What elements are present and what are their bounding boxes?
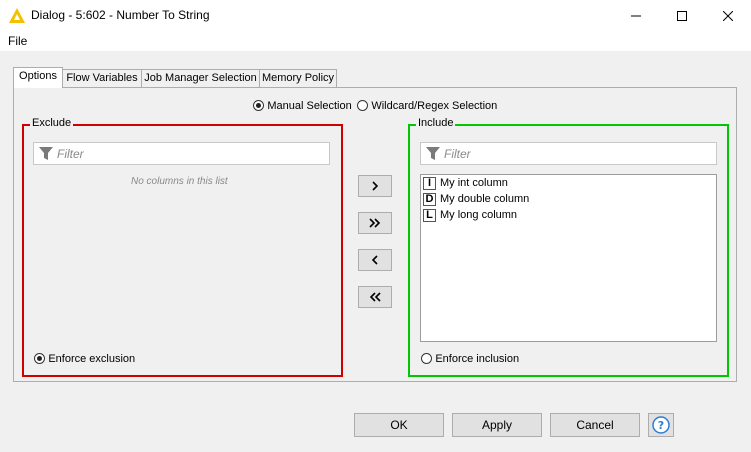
double-chevron-right-icon — [369, 218, 381, 228]
minimize-icon — [631, 15, 641, 16]
maximize-icon — [677, 10, 687, 21]
move-all-left-button[interactable] — [358, 286, 392, 308]
exclude-filter-input[interactable]: Filter — [33, 142, 330, 165]
maximize-button[interactable] — [659, 0, 705, 31]
knime-logo-icon — [9, 8, 25, 23]
column-name: My int column — [440, 177, 508, 189]
title-bar: Dialog - 5:602 - Number To String — [0, 0, 751, 31]
enforce-inclusion-option[interactable]: Enforce inclusion — [421, 351, 519, 365]
include-title: Include — [416, 117, 456, 129]
enforce-exclusion-radio[interactable] — [34, 353, 45, 365]
move-left-button[interactable] — [358, 249, 392, 271]
enforce-inclusion-radio[interactable] — [421, 353, 432, 365]
ok-button[interactable]: OK — [354, 413, 444, 437]
wildcard-selection-option[interactable]: Wildcard/Regex Selection — [357, 98, 497, 112]
move-all-right-button[interactable] — [358, 212, 392, 234]
exclude-group: Exclude Filter No columns in this list E… — [22, 117, 343, 377]
list-item[interactable]: D My double column — [423, 192, 529, 207]
tab-options[interactable]: Options — [13, 67, 63, 88]
filter-icon — [39, 147, 53, 160]
enforce-exclusion-label: Enforce exclusion — [48, 352, 136, 365]
include-filter-input[interactable]: Filter — [420, 142, 717, 165]
close-icon — [723, 10, 733, 21]
menu-file[interactable]: File — [8, 34, 27, 48]
long-type-icon: L — [423, 209, 436, 222]
wildcard-selection-radio[interactable] — [357, 100, 368, 112]
tab-memory-policy[interactable]: Memory Policy — [259, 69, 337, 87]
filter-icon — [426, 147, 440, 160]
apply-button[interactable]: Apply — [452, 413, 542, 437]
move-right-button[interactable] — [358, 175, 392, 197]
help-icon: ? — [652, 416, 670, 434]
chevron-right-icon — [372, 181, 379, 191]
include-filter-placeholder: Filter — [444, 147, 471, 161]
manual-selection-option[interactable]: Manual Selection — [253, 98, 352, 112]
list-item[interactable]: L My long column — [423, 208, 517, 223]
exclude-filter-placeholder: Filter — [57, 147, 84, 161]
double-type-icon: D — [423, 193, 436, 206]
include-group: Include Filter I My int column D My double… — [408, 117, 729, 377]
exclude-empty-message: No columns in this list — [131, 176, 228, 187]
options-panel: Manual Selection Wildcard/Regex Selectio… — [13, 87, 737, 382]
close-button[interactable] — [705, 0, 751, 31]
window-title: Dialog - 5:602 - Number To String — [31, 8, 210, 22]
column-name: My long column — [440, 209, 518, 221]
exclude-title: Exclude — [30, 117, 74, 129]
enforce-inclusion-label: Enforce inclusion — [435, 352, 520, 365]
wildcard-selection-label: Wildcard/Regex Selection — [371, 99, 498, 112]
column-name: My double column — [440, 193, 530, 205]
tab-job-manager-selection[interactable]: Job Manager Selection — [141, 69, 260, 87]
help-label: ? — [658, 419, 664, 432]
menu-bar: File — [0, 31, 751, 51]
double-chevron-left-icon — [369, 292, 381, 302]
list-item[interactable]: I My int column — [423, 176, 508, 191]
int-type-icon: I — [423, 177, 436, 190]
chevron-left-icon — [371, 255, 378, 265]
manual-selection-radio[interactable] — [253, 100, 264, 112]
enforce-exclusion-option[interactable]: Enforce exclusion — [34, 351, 135, 365]
include-column-list[interactable]: I My int column D My double column L My lon… — [420, 174, 717, 342]
manual-selection-label: Manual Selection — [267, 99, 352, 112]
tab-flow-variables[interactable]: Flow Variables — [62, 69, 142, 87]
cancel-button[interactable]: Cancel — [550, 413, 640, 437]
help-button[interactable]: ? — [648, 413, 674, 437]
minimize-button[interactable] — [613, 0, 659, 31]
